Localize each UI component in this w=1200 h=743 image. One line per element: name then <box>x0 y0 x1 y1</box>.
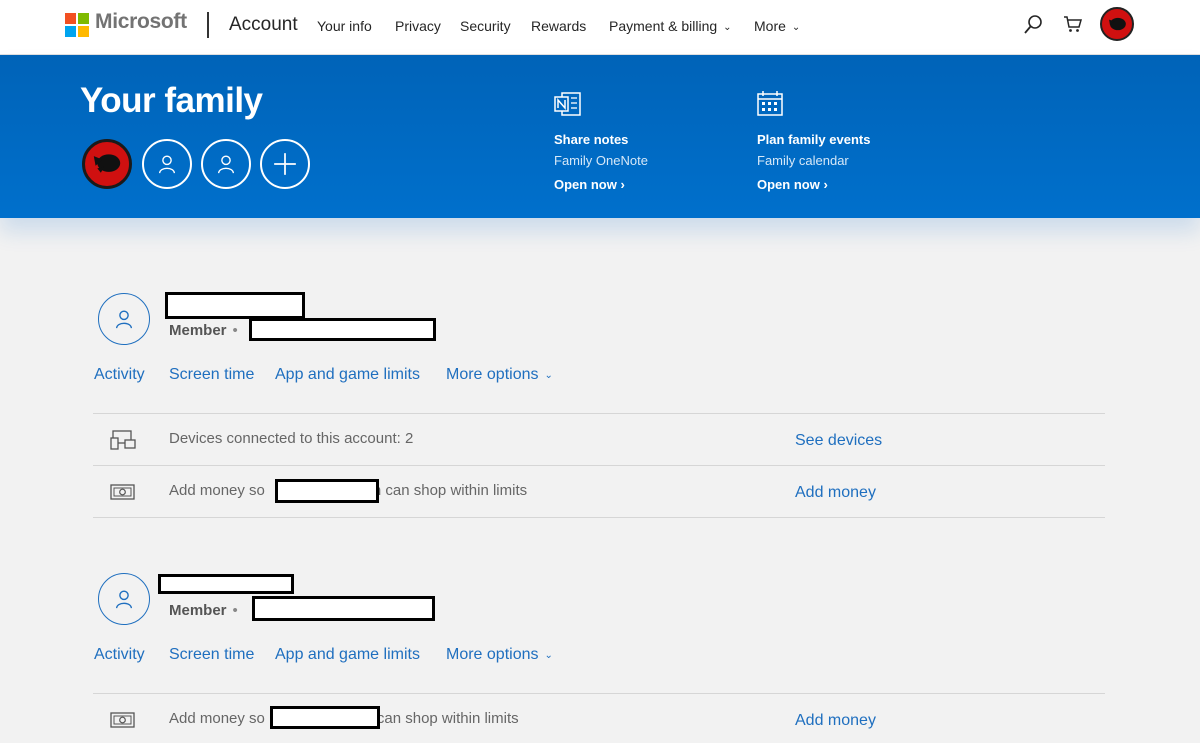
member-role: Member • <box>169 322 238 339</box>
redacted-member-name <box>275 479 379 503</box>
person-icon <box>158 155 176 174</box>
more-options-dropdown[interactable]: More options ⌄ <box>446 366 553 384</box>
chevron-down-icon: ⌄ <box>544 650 553 661</box>
promo-subtitle: Family OneNote <box>554 153 648 168</box>
see-devices-link[interactable]: See devices <box>795 432 882 450</box>
member-avatar[interactable] <box>98 293 150 345</box>
divider <box>93 465 1105 466</box>
chevron-down-icon: ⌄ <box>791 22 801 33</box>
devices-count-text: Devices connected to this account: 2 <box>169 430 414 447</box>
redacted-member-name <box>158 574 294 594</box>
promo-title: Plan family events <box>757 132 871 147</box>
nav-privacy[interactable]: Privacy <box>395 18 441 34</box>
tab-screen-time[interactable]: Screen time <box>169 366 254 384</box>
divider <box>93 517 1105 518</box>
promo-subtitle: Family calendar <box>757 153 849 168</box>
add-money-link[interactable]: Add money <box>795 712 876 730</box>
devices-icon <box>110 430 136 450</box>
header-divider <box>207 12 209 38</box>
cart-icon[interactable] <box>1063 14 1083 34</box>
tab-activity[interactable]: Activity <box>94 646 145 664</box>
money-icon <box>110 484 135 500</box>
promo-share-notes: Share notes Family OneNote Open now › <box>554 91 648 192</box>
tab-app-game-limits[interactable]: App and game limits <box>275 646 420 664</box>
money-icon <box>110 712 135 728</box>
family-banner: Your family Share notes Family OneNote O… <box>0 55 1200 218</box>
more-options-dropdown[interactable]: More options ⌄ <box>446 646 553 664</box>
promo-plan-events: Plan family events Family calendar Open … <box>757 91 870 192</box>
nav-rewards[interactable]: Rewards <box>531 18 586 34</box>
top-navigation-bar: Microsoft Account Your info Privacy Secu… <box>0 0 1200 55</box>
chevron-right-icon: › <box>620 177 625 192</box>
redacted-member-name <box>165 292 305 319</box>
user-avatar[interactable] <box>1100 7 1134 41</box>
tab-activity[interactable]: Activity <box>94 366 145 384</box>
member-avatar[interactable] <box>98 573 150 625</box>
divider <box>93 693 1105 694</box>
page-title: Your family <box>80 81 263 120</box>
onenote-icon <box>554 92 581 116</box>
divider <box>93 413 1105 414</box>
chevron-down-icon: ⌄ <box>723 22 732 33</box>
redacted-member-email <box>249 318 436 341</box>
search-icon[interactable] <box>1023 14 1043 36</box>
add-family-member-button[interactable] <box>260 139 310 189</box>
person-icon <box>217 155 235 174</box>
open-onenote-link[interactable]: Open now › <box>554 177 648 192</box>
calendar-icon <box>757 91 783 116</box>
microsoft-logo-icon[interactable] <box>65 13 89 37</box>
redacted-member-name <box>270 706 380 729</box>
family-avatar-member-2[interactable] <box>201 139 251 189</box>
brand-name[interactable]: Microsoft <box>95 10 187 34</box>
add-money-link[interactable]: Add money <box>795 484 876 502</box>
nav-more[interactable]: More ⌄ <box>754 18 800 34</box>
chevron-right-icon: › <box>823 177 828 192</box>
open-calendar-link[interactable]: Open now › <box>757 177 870 192</box>
nav-security[interactable]: Security <box>460 18 511 34</box>
plus-icon <box>274 153 296 175</box>
nav-payment-billing[interactable]: Payment & billing ⌄ <box>609 18 732 34</box>
nav-your-info[interactable]: Your info <box>317 18 372 34</box>
tab-app-game-limits[interactable]: App and game limits <box>275 366 420 384</box>
tab-screen-time[interactable]: Screen time <box>169 646 254 664</box>
family-avatar-member-1[interactable] <box>142 139 192 189</box>
person-icon <box>115 310 133 329</box>
member-role: Member • <box>169 602 238 619</box>
family-avatar-self[interactable] <box>82 139 132 189</box>
chevron-down-icon: ⌄ <box>544 370 553 381</box>
account-title[interactable]: Account <box>229 14 298 36</box>
redacted-member-email <box>252 596 435 621</box>
person-icon <box>115 590 133 609</box>
promo-title: Share notes <box>554 132 629 147</box>
